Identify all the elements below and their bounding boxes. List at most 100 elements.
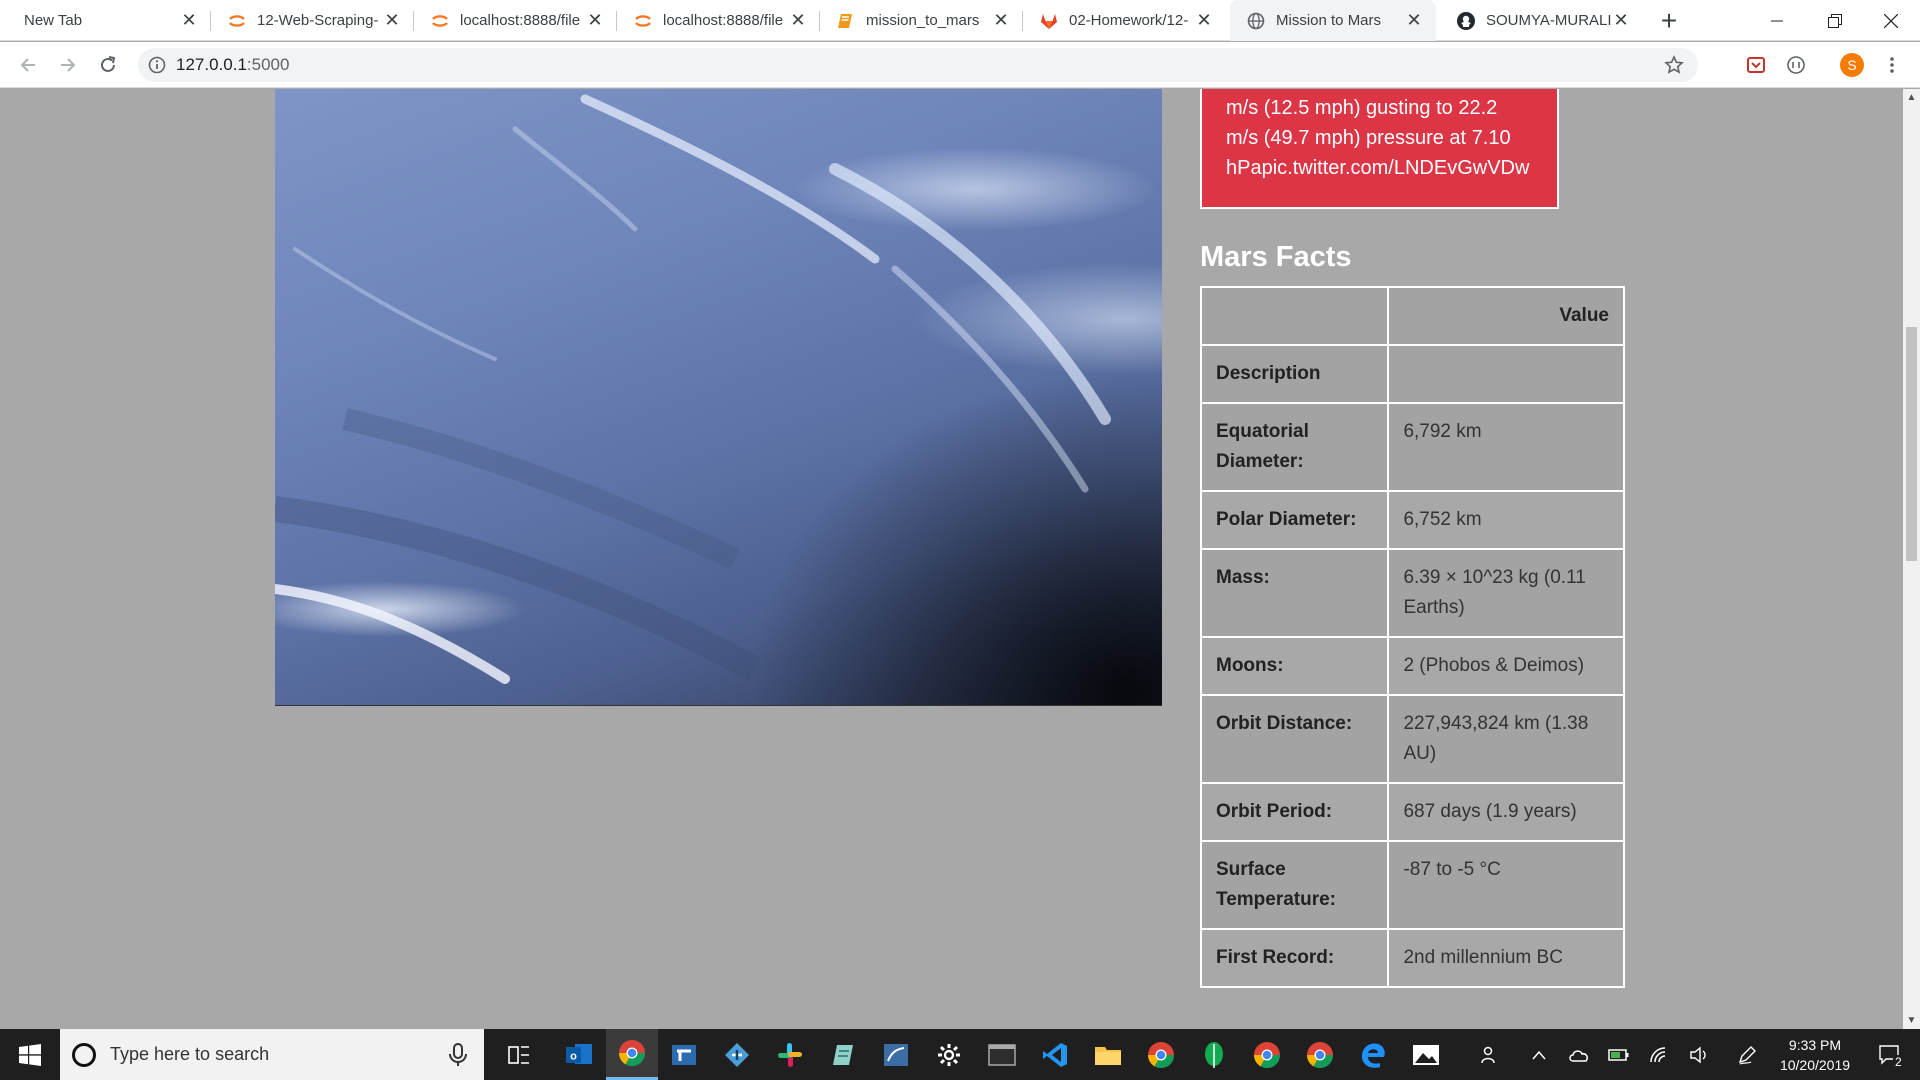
forward-button[interactable] [52,49,84,81]
taskbar-photos[interactable] [1400,1029,1452,1080]
avatar: S [1840,53,1864,77]
reload-button[interactable] [92,49,124,81]
taskbar-mongodb[interactable] [1188,1029,1240,1080]
taskbar-chrome-active[interactable] [606,1029,658,1080]
taskbar-edge[interactable] [1347,1029,1399,1080]
profile-avatar-button[interactable]: S [1836,49,1868,81]
close-icon[interactable]: ✕ [382,10,402,31]
tweet-line: m/s (12.5 mph) gusting to 22.2 [1226,97,1498,119]
close-window-button[interactable] [1862,0,1920,41]
microphone-icon[interactable] [448,1042,468,1067]
tab-mission-to-mars[interactable]: Mission to Mars ✕ [1230,0,1436,41]
gear-icon [938,1043,960,1066]
back-button[interactable] [12,49,44,81]
tab-github[interactable]: SOUMYA-MURALI ✕ [1440,0,1643,41]
scroll-down-arrow-icon[interactable]: ▼ [1903,1012,1920,1029]
extension-pocket-button[interactable] [1740,49,1772,81]
chrome-icon [618,1040,646,1067]
pen-ink-button[interactable] [1734,1029,1760,1080]
photos-icon [1413,1044,1439,1065]
tab-mission-to-mars-notebook[interactable]: mission_to_mars ✕ [820,0,1023,41]
table-row: Surface Temperature: -87 to -5 °C [1199,840,1625,930]
tab-title: 02-Homework/12- [1069,12,1189,29]
svg-text:o: o [570,1050,577,1062]
mars-facts-table: Value Description Equatorial Diameter: 6… [1199,286,1625,988]
fact-label: Mass: [1199,548,1390,638]
tab-homework-gitlab[interactable]: 02-Homework/12- ✕ [1023,0,1226,41]
close-icon[interactable]: ✕ [1404,10,1424,31]
header-cell [1199,286,1390,346]
taskbar-vscode[interactable] [1029,1029,1081,1080]
speaker-icon [1690,1046,1706,1063]
scrollbar-thumb[interactable] [1906,327,1917,561]
volume-button[interactable] [1686,1029,1712,1080]
address-bar[interactable]: 127.0.0.1:5000 [138,48,1698,82]
tab-web-scraping[interactable]: 12-Web-Scraping- ✕ [211,0,414,41]
tab-new-tab[interactable]: New Tab ✕ [8,0,211,41]
bookmark-star-icon[interactable] [1664,55,1684,75]
page-scrollbar[interactable]: ▲ ▼ [1903,89,1920,1029]
git-icon [725,1042,749,1067]
task-view-button[interactable] [493,1029,545,1080]
taskbar-clock[interactable]: 9:33 PM 10/20/2019 [1765,1029,1865,1080]
new-tab-button[interactable]: + [1652,0,1686,41]
extension-button[interactable] [1780,49,1812,81]
tab-title: New Tab [24,12,83,29]
notification-count: 2 [1893,1055,1904,1069]
back-arrow-icon [20,58,35,72]
info-icon[interactable] [148,56,166,74]
taskbar-terminal[interactable] [976,1029,1028,1080]
menu-button[interactable] [1876,49,1908,81]
outlook-icon: o [566,1043,592,1064]
table-header-row: Value [1199,286,1625,346]
tab-title: SOUMYA-MURALI [1486,12,1611,29]
close-icon[interactable]: ✕ [788,10,808,31]
taskbar-slack[interactable] [764,1029,816,1080]
taskbar-chrome-4[interactable] [1294,1029,1346,1080]
close-icon[interactable]: ✕ [585,10,605,31]
people-button[interactable] [1470,1029,1510,1080]
tab-localhost-1[interactable]: localhost:8888/file ✕ [414,0,617,41]
taskbar-git[interactable] [711,1029,763,1080]
taskbar-editor[interactable] [658,1029,710,1080]
taskbar-notes[interactable] [817,1029,869,1080]
minimize-button[interactable] [1748,0,1806,41]
tweet-line: hPapic.twitter.com/LNDEvGwVDw [1226,157,1530,179]
close-icon[interactable]: ✕ [1194,10,1214,31]
github-icon [1456,11,1476,31]
taskbar-file-explorer[interactable] [1082,1029,1134,1080]
taskbar-search[interactable]: Type here to search [60,1029,484,1080]
taskbar-chrome-3[interactable] [1241,1029,1293,1080]
onedrive-button[interactable] [1566,1029,1592,1080]
taskbar-chrome-2[interactable] [1135,1029,1187,1080]
search-placeholder: Type here to search [110,1044,270,1064]
taskbar-settings[interactable] [923,1029,975,1080]
slack-icon [778,1042,802,1067]
taskbar-outlook[interactable]: o [553,1029,605,1080]
battery-icon [1608,1048,1629,1061]
folder-icon [1095,1046,1121,1065]
tweet-line: m/s (49.7 mph) pressure at 7.10 [1226,127,1511,149]
index-empty-cell [1387,344,1625,404]
start-button[interactable] [0,1029,60,1080]
close-icon[interactable]: ✕ [1611,10,1631,31]
tab-localhost-2[interactable]: localhost:8888/file ✕ [617,0,820,41]
windows-taskbar: Type here to search o 9:33 PM 10/20/2019… [0,1029,1920,1080]
featured-mars-image[interactable] [275,89,1162,706]
tab-title: localhost:8888/file [460,12,581,29]
chrome-icon [1306,1041,1334,1068]
restore-button[interactable] [1806,0,1864,41]
clock-time: 9:33 PM [1788,1037,1842,1053]
show-hidden-icons-button[interactable] [1526,1029,1552,1080]
pocket-icon [1747,57,1765,73]
battery-button[interactable] [1606,1029,1632,1080]
index-label: Description [1199,344,1390,404]
chrome-icon [1147,1041,1175,1068]
close-icon[interactable]: ✕ [179,10,199,31]
wifi-button[interactable] [1646,1029,1672,1080]
taskbar-mysql[interactable] [870,1029,922,1080]
close-icon[interactable]: ✕ [991,10,1011,31]
scroll-up-arrow-icon[interactable]: ▲ [1903,89,1920,106]
action-center-button[interactable]: 2 [1866,1029,1914,1080]
cortana-icon [72,1042,96,1067]
